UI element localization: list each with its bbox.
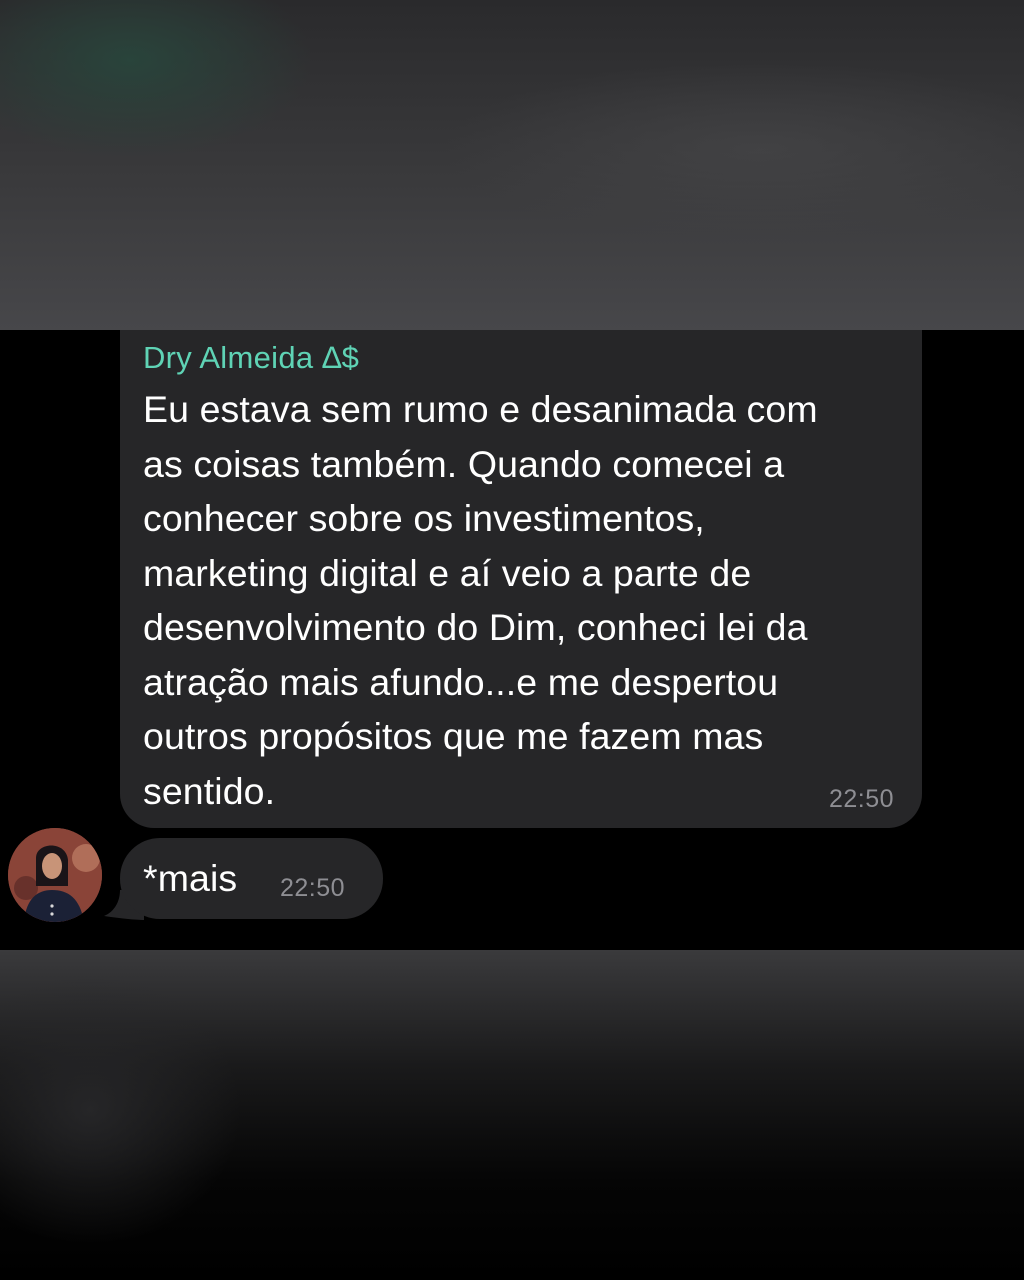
avatar[interactable]	[8, 828, 102, 922]
message-timestamp: 22:50	[828, 785, 894, 813]
message-text: *mais	[143, 857, 238, 899]
message-bubble[interactable]: *mais 22:50	[120, 838, 383, 919]
message-bubble[interactable]: Dry Almeida ∆$ Eu estava sem rumo e desa…	[120, 330, 922, 828]
message-text: Eu estava sem rumo e desanimada com as c…	[143, 388, 818, 812]
avatar-photo	[8, 828, 102, 922]
blurred-bottom-area	[0, 950, 1024, 1280]
chat-conversation: Dry Almeida ∆$ Eu estava sem rumo e desa…	[0, 330, 1024, 950]
sender-name[interactable]: Dry Almeida ∆$	[143, 338, 888, 382]
message-timestamp: 22:50	[280, 874, 346, 902]
blurred-top-area	[0, 0, 1024, 330]
screenshot-page: Dry Almeida ∆$ Eu estava sem rumo e desa…	[0, 0, 1024, 1280]
